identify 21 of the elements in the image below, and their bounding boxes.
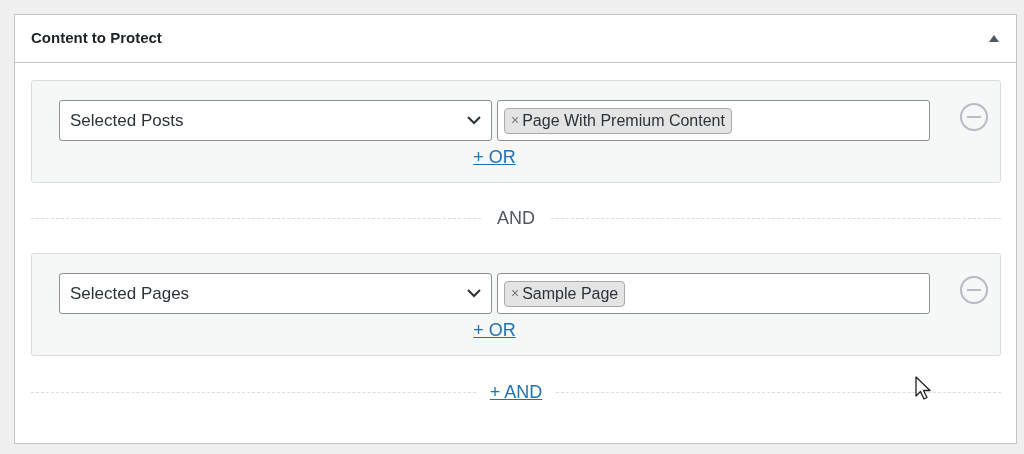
add-or-link[interactable]: + OR <box>473 145 516 169</box>
remove-tag-button[interactable]: × <box>511 110 520 131</box>
add-and-link[interactable]: + AND <box>475 378 557 406</box>
remove-group-button[interactable] <box>960 103 988 131</box>
mouse-pointer-icon <box>915 376 932 401</box>
chevron-down-icon <box>467 289 481 298</box>
condition-select[interactable]: Selected Pages <box>59 273 492 314</box>
tag-label: Page With Premium Content <box>522 110 725 131</box>
chevron-down-icon <box>467 116 481 125</box>
tag-input-field[interactable]: × Page With Premium Content <box>497 100 930 141</box>
condition-select[interactable]: Selected Posts <box>59 100 492 141</box>
and-separator: AND <box>496 206 536 230</box>
collapse-toggle[interactable] <box>988 33 1000 44</box>
remove-group-button[interactable] <box>960 276 988 304</box>
minus-icon <box>967 116 981 118</box>
tag-input-field[interactable]: × Sample Page <box>497 273 930 314</box>
remove-tag-button[interactable]: × <box>511 283 520 304</box>
tag-label: Sample Page <box>522 283 619 304</box>
add-or-link[interactable]: + OR <box>473 318 516 342</box>
minus-icon <box>967 289 981 291</box>
panel-title: Content to Protect <box>31 28 162 49</box>
